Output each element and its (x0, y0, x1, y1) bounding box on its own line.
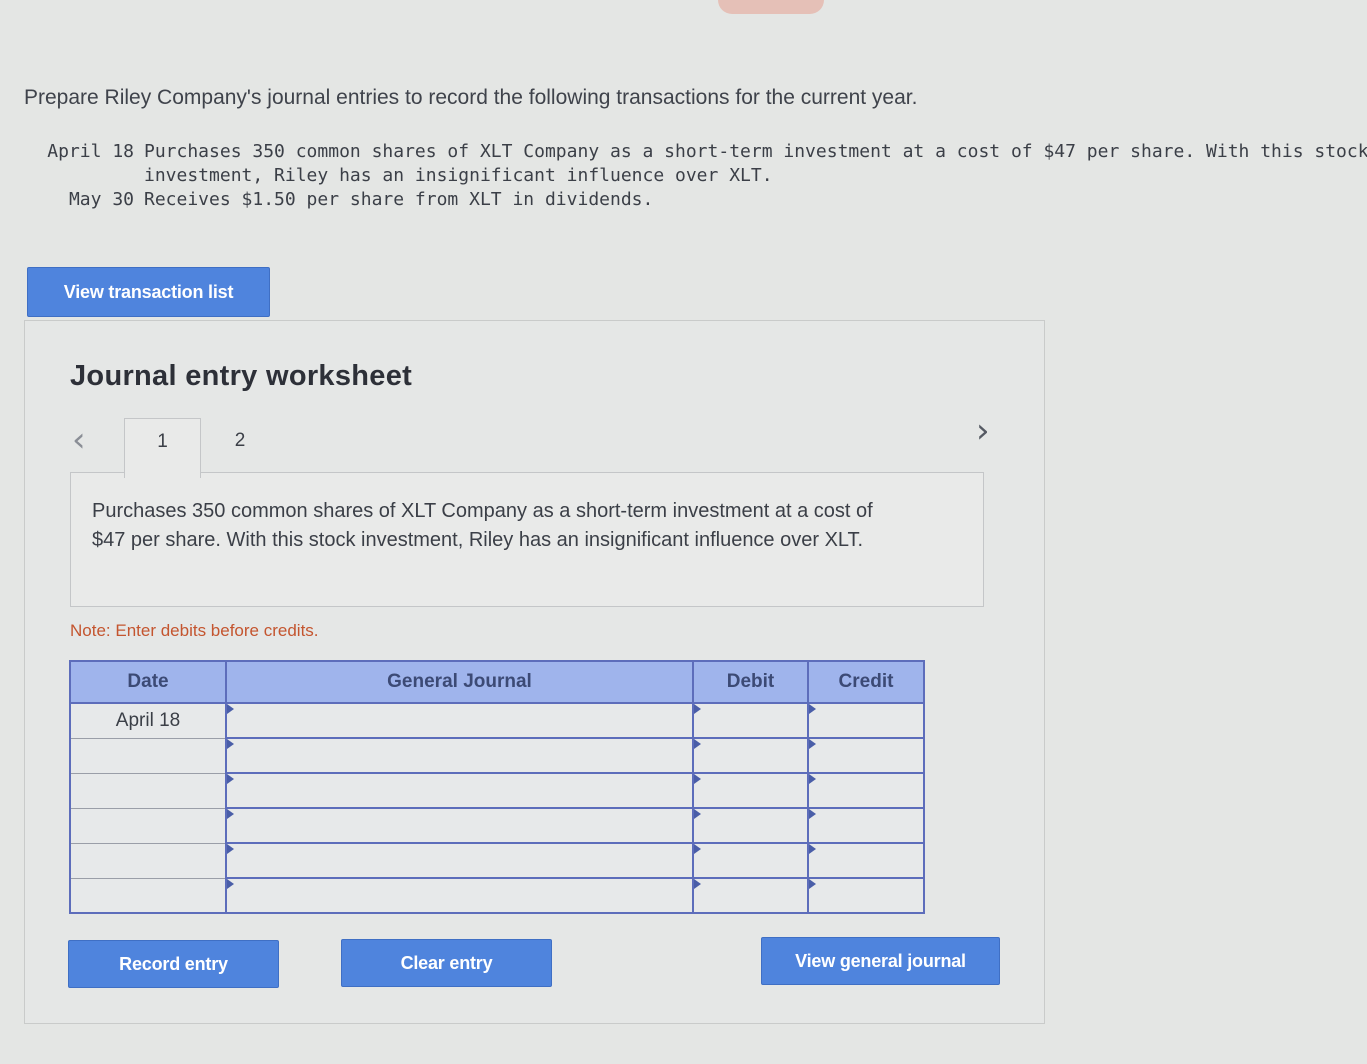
cell-marker-icon (694, 739, 701, 749)
credit-input[interactable] (807, 702, 925, 739)
worksheet-title: Journal entry worksheet (70, 360, 413, 392)
cell-marker-icon (227, 879, 234, 889)
table-row (69, 772, 925, 809)
cell-marker-icon (227, 844, 234, 854)
debit-input[interactable] (692, 772, 809, 809)
table-row (69, 877, 925, 914)
date-cell (69, 842, 227, 879)
account-select[interactable] (225, 877, 694, 914)
cell-marker-icon (227, 704, 234, 714)
transaction-row: April 18 Purchases 350 common shares of … (24, 140, 1367, 188)
debit-input[interactable] (692, 737, 809, 774)
credit-column-header: Credit (807, 660, 925, 704)
chevron-right-icon[interactable]: › (976, 414, 990, 448)
transaction-row: May 30 Receives $1.50 per share from XLT… (24, 188, 1367, 212)
tab-2[interactable]: 2 (218, 418, 262, 464)
table-row: April 18 (69, 702, 925, 739)
transaction-description-box: Purchases 350 common shares of XLT Compa… (70, 472, 984, 607)
record-entry-button[interactable]: Record entry (68, 940, 279, 988)
cell-marker-icon (809, 844, 816, 854)
debit-column-header: Debit (692, 660, 809, 704)
view-general-journal-button[interactable]: View general journal (761, 937, 1000, 985)
account-select[interactable] (225, 807, 694, 844)
transaction-description: Purchases 350 common shares of XLT Compa… (144, 141, 1367, 186)
account-select[interactable] (225, 702, 694, 739)
account-select[interactable] (225, 737, 694, 774)
cell-marker-icon (694, 704, 701, 714)
top-tab-edge (718, 0, 824, 14)
cell-marker-icon (227, 774, 234, 784)
debit-credit-note: Note: Enter debits before credits. (70, 621, 319, 640)
chevron-left-icon[interactable]: ‹ (72, 423, 86, 457)
general-journal-column-header: General Journal (225, 660, 694, 704)
date-cell (69, 877, 227, 914)
account-select[interactable] (225, 772, 694, 809)
cell-marker-icon (809, 704, 816, 714)
date-cell (69, 737, 227, 774)
debit-input[interactable] (692, 807, 809, 844)
table-header-row: Date General Journal Debit Credit (69, 660, 925, 704)
clear-entry-button[interactable]: Clear entry (341, 939, 552, 987)
table-row (69, 807, 925, 844)
cell-marker-icon (809, 809, 816, 819)
cell-marker-icon (809, 739, 816, 749)
transaction-list: April 18 Purchases 350 common shares of … (24, 140, 1367, 212)
view-transaction-list-button[interactable]: View transaction list (27, 267, 270, 317)
debit-input[interactable] (692, 702, 809, 739)
credit-input[interactable] (807, 807, 925, 844)
credit-input[interactable] (807, 737, 925, 774)
cell-marker-icon (694, 844, 701, 854)
date-cell: April 18 (69, 702, 227, 739)
credit-input[interactable] (807, 842, 925, 879)
cell-marker-icon (227, 739, 234, 749)
transaction-description: Receives $1.50 per share from XLT in div… (144, 189, 654, 210)
cell-marker-icon (809, 879, 816, 889)
cell-marker-icon (809, 774, 816, 784)
cell-marker-icon (694, 774, 701, 784)
cell-marker-icon (227, 809, 234, 819)
date-column-header: Date (69, 660, 227, 704)
table-row (69, 842, 925, 879)
cell-marker-icon (694, 879, 701, 889)
credit-input[interactable] (807, 772, 925, 809)
date-cell (69, 772, 227, 809)
debit-input[interactable] (692, 842, 809, 879)
cell-marker-icon (694, 809, 701, 819)
date-cell (69, 807, 227, 844)
credit-input[interactable] (807, 877, 925, 914)
journal-entry-table: Date General Journal Debit Credit April … (69, 660, 925, 914)
debit-input[interactable] (692, 877, 809, 914)
instructions-text: Prepare Riley Company's journal entries … (24, 86, 918, 109)
account-select[interactable] (225, 842, 694, 879)
transaction-date: April 18 (47, 141, 134, 162)
tab-1[interactable]: 1 (124, 418, 201, 478)
table-row (69, 737, 925, 774)
transaction-date: May 30 (68, 189, 134, 210)
